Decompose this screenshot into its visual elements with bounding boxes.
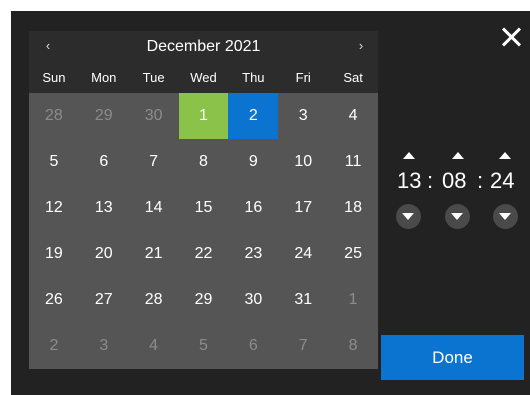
weekday-label: Tue [142, 70, 165, 85]
day-cell-today[interactable]: 1 [178, 93, 229, 139]
day-cell[interactable]: 13 [79, 185, 129, 231]
day-cell-outside[interactable]: 2 [29, 323, 79, 369]
weekday-label: Sun [42, 70, 66, 85]
weekday-label: Sat [343, 70, 363, 85]
date-time-picker: ‹ December 2021 › Sun Mon Tue Wed Thu Fr… [11, 11, 530, 395]
close-icon[interactable] [499, 25, 523, 49]
day-cell[interactable]: 10 [278, 139, 328, 185]
day-cell[interactable]: 26 [29, 277, 79, 323]
time-separator: : [477, 168, 484, 193]
day-cell[interactable]: 12 [29, 185, 79, 231]
day-cell[interactable]: 20 [79, 231, 129, 277]
done-button[interactable]: Done [381, 335, 524, 380]
day-cell[interactable]: 25 [328, 231, 378, 277]
day-cell[interactable]: 31 [278, 277, 328, 323]
day-cell[interactable]: 6 [79, 139, 129, 185]
day-cell[interactable]: 27 [79, 277, 129, 323]
calendar: ‹ December 2021 › Sun Mon Tue Wed Thu Fr… [29, 31, 378, 369]
second-decrement-icon[interactable] [493, 204, 518, 229]
day-cell[interactable]: 4 [328, 93, 378, 139]
weekday-label: Wed [190, 70, 217, 85]
increment-row [389, 146, 530, 166]
day-cell[interactable]: 11 [328, 139, 378, 185]
weekday-label: Fri [295, 70, 311, 85]
day-cell[interactable]: 24 [278, 231, 328, 277]
minute-increment-icon[interactable] [452, 152, 464, 159]
day-cell-selected[interactable]: 2 [228, 93, 279, 139]
day-cell-outside[interactable]: 7 [278, 323, 328, 369]
day-cell-outside[interactable]: 6 [228, 323, 278, 369]
day-cell[interactable]: 19 [29, 231, 79, 277]
minute-decrement-icon[interactable] [445, 204, 470, 229]
weekday-label: Mon [91, 70, 117, 85]
next-month-button[interactable]: › [346, 31, 376, 61]
day-cell-outside[interactable]: 8 [328, 323, 378, 369]
hours-value[interactable]: 13 [397, 168, 421, 194]
day-cell-outside[interactable]: 4 [129, 323, 179, 369]
day-cell[interactable]: 8 [179, 139, 229, 185]
second-increment-icon[interactable] [499, 152, 511, 159]
day-cell-outside[interactable]: 30 [129, 93, 179, 139]
day-cell[interactable]: 14 [129, 185, 179, 231]
day-cell[interactable]: 29 [179, 277, 229, 323]
day-cell[interactable]: 7 [129, 139, 179, 185]
minutes-value[interactable]: 08 [442, 168, 466, 194]
hour-increment-icon[interactable] [403, 152, 415, 159]
decrement-row [389, 196, 530, 236]
weekday-header: Sun Mon Tue Wed Thu Fri Sat [29, 63, 378, 93]
day-cell-outside[interactable]: 1 [328, 277, 378, 323]
day-cell[interactable]: 22 [179, 231, 229, 277]
month-header: ‹ December 2021 › [29, 31, 378, 63]
day-cell-outside[interactable]: 3 [79, 323, 129, 369]
month-title: December 2021 [146, 38, 261, 55]
day-cell[interactable]: 18 [328, 185, 378, 231]
seconds-value[interactable]: 24 [490, 168, 514, 194]
day-cell[interactable]: 9 [228, 139, 278, 185]
day-cell-outside[interactable]: 5 [179, 323, 229, 369]
day-cell[interactable]: 17 [278, 185, 328, 231]
day-cell[interactable]: 23 [228, 231, 278, 277]
day-cell[interactable]: 5 [29, 139, 79, 185]
day-cell[interactable]: 21 [129, 231, 179, 277]
day-cell[interactable]: 16 [228, 185, 278, 231]
day-grid: 28 29 30 1 2 3 4 5 6 7 8 9 10 11 12 13 1… [29, 93, 378, 369]
day-cell[interactable]: 28 [129, 277, 179, 323]
hour-decrement-icon[interactable] [396, 204, 421, 229]
weekday-label: Thu [242, 70, 265, 85]
time-picker: 13 : 08 : 24 [389, 146, 530, 236]
day-cell[interactable]: 15 [179, 185, 229, 231]
time-separator: : [427, 168, 434, 193]
day-cell-outside[interactable]: 28 [29, 93, 79, 139]
day-cell[interactable]: 30 [228, 277, 278, 323]
time-readout: 13 : 08 : 24 [389, 166, 530, 196]
day-cell-outside[interactable]: 29 [79, 93, 129, 139]
day-cell[interactable]: 3 [278, 93, 328, 139]
